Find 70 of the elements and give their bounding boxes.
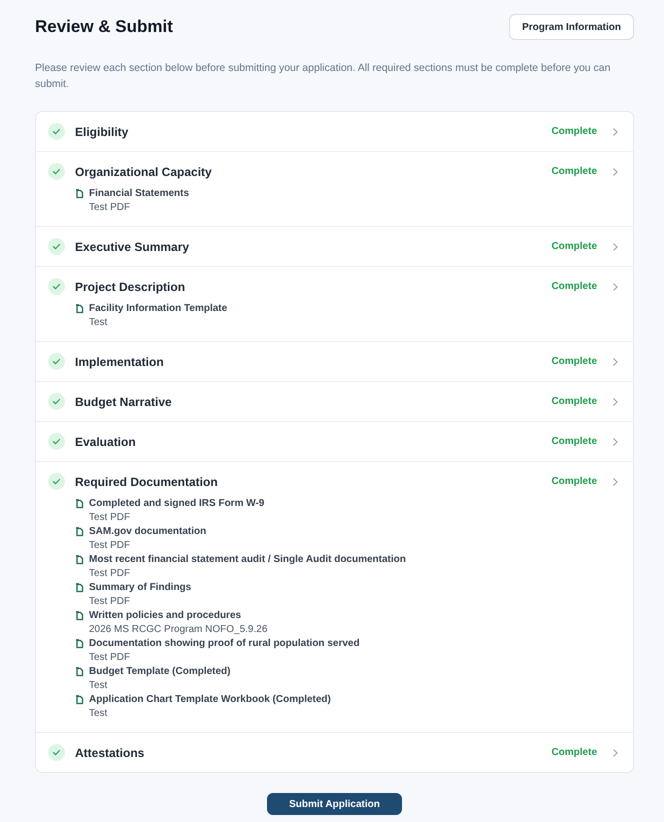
section-header[interactable]: Organizational Capacity Complete <box>48 163 619 180</box>
chevron-right-icon <box>611 748 619 758</box>
file-name: Test PDF <box>89 595 132 609</box>
submit-button[interactable]: Submit Application <box>267 793 402 815</box>
status-label: Complete <box>551 281 597 292</box>
chevron-right-icon <box>611 282 619 292</box>
document-icon <box>75 304 84 314</box>
file-name: Test <box>89 679 108 693</box>
status-label: Complete <box>551 166 597 177</box>
status-label: Complete <box>551 747 597 758</box>
section-header[interactable]: Executive Summary Complete <box>48 238 619 255</box>
document-name: SAM.gov documentation <box>89 525 208 539</box>
document-icon <box>75 527 84 537</box>
file-name: Test PDF <box>89 539 132 553</box>
section-title: Required Documentation <box>75 474 219 488</box>
document-icon <box>75 189 84 199</box>
document-name: Written policies and procedures <box>89 609 242 623</box>
status-label: Complete <box>551 356 597 367</box>
status-label: Complete <box>551 436 597 447</box>
document-icon <box>75 639 84 649</box>
document-icon <box>75 583 84 593</box>
section-title: Attestations <box>75 746 146 760</box>
file-name: 2026 MS RCGC Program NOFO_5.9.26 <box>89 623 268 637</box>
status-label: Complete <box>551 396 597 407</box>
program-information-button[interactable]: Program Information <box>509 14 634 40</box>
section-header[interactable]: Eligibility Complete <box>48 123 619 140</box>
section-header[interactable]: Project Description Complete <box>48 278 619 295</box>
status-label: Complete <box>551 476 597 487</box>
file-name: Test PDF <box>89 201 132 215</box>
document-name: Financial Statements <box>89 187 190 201</box>
document-icon <box>75 667 84 677</box>
status-label: Complete <box>551 126 597 137</box>
section-title: Eligibility <box>75 124 130 138</box>
file-name: Test PDF <box>89 651 132 665</box>
status-label: Complete <box>551 241 597 252</box>
chevron-right-icon <box>611 436 619 446</box>
file-name: Test PDF <box>89 567 132 581</box>
chevron-right-icon <box>611 356 619 366</box>
chevron-right-icon <box>611 476 619 486</box>
document-name: Application Chart Template Workbook (Completed) <box>89 693 332 707</box>
document-name: Summary of Findings <box>89 581 192 595</box>
section-header[interactable]: Implementation Complete <box>48 353 619 370</box>
document-name: Documentation showing proof of rural population served <box>89 637 361 651</box>
document-name: Completed and signed IRS Form W-9 <box>89 497 266 511</box>
chevron-right-icon <box>611 396 619 406</box>
document-icon <box>75 555 84 565</box>
section-title: Project Description <box>75 280 186 294</box>
chevron-right-icon <box>611 166 619 176</box>
document-icon <box>75 499 84 509</box>
section-header[interactable]: Evaluation Complete <box>48 433 619 450</box>
section-title: Organizational Capacity <box>75 164 213 178</box>
section-title: Executive Summary <box>75 240 190 254</box>
file-name: Test PDF <box>89 511 132 525</box>
chevron-right-icon <box>611 126 619 136</box>
section-header[interactable]: Budget Narrative Complete <box>48 393 619 410</box>
section-header[interactable]: Required Documentation Complete <box>48 473 619 490</box>
file-name: Test <box>89 707 108 721</box>
document-name: Most recent financial statement audit / Single Audit documentation <box>89 553 407 567</box>
document-icon <box>75 695 84 705</box>
section-title: Evaluation <box>75 434 137 448</box>
section-title: Budget Narrative <box>75 394 173 408</box>
section-header[interactable]: Attestations Complete <box>48 744 619 761</box>
instructions-text: Please review each section below before submitting your application. All required sections must be complete before you can submit. <box>35 61 612 92</box>
page-title: Review & Submit <box>35 17 173 37</box>
document-icon <box>75 611 84 621</box>
file-name: Test <box>89 316 108 330</box>
document-name: Facility Information Template <box>89 302 228 316</box>
document-name: Budget Template (Completed) <box>89 665 232 679</box>
chevron-right-icon <box>611 242 619 252</box>
section-title: Implementation <box>75 354 165 368</box>
